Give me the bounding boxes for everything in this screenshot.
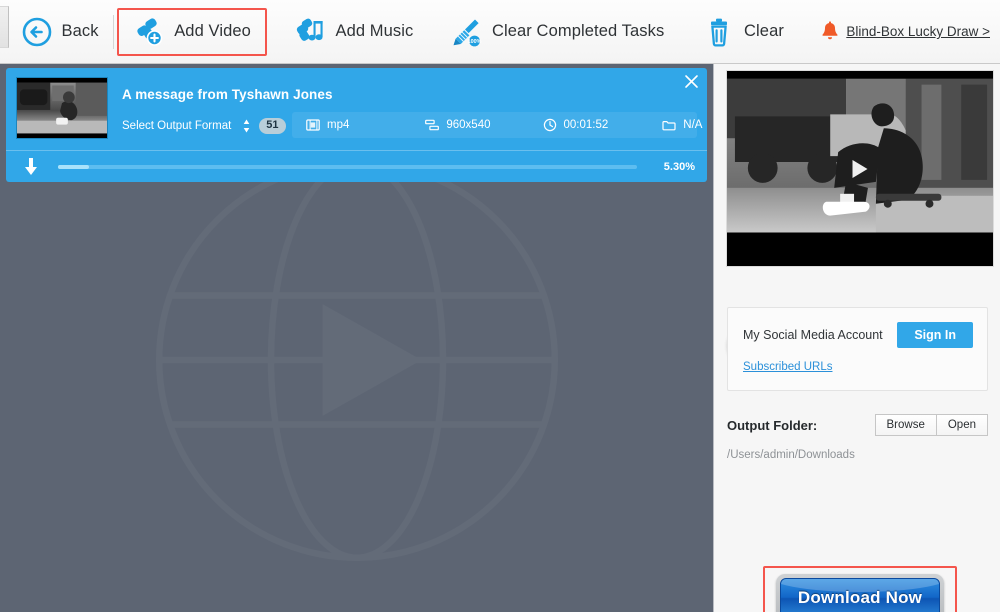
metadata-folder: N/A [662,118,702,132]
toolbar-scroll-nub[interactable] [0,6,9,48]
trash-icon [703,16,735,48]
film-strip-icon [306,118,320,132]
clock-icon [543,118,557,132]
folder-icon [662,118,676,132]
task-item[interactable]: A message from Tyshawn Jones Select Outp… [6,68,707,182]
download-now-highlight: Download Now [763,566,957,612]
progress-bar [58,165,637,169]
toolbar-item-blind-box-lucky-draw-label: Blind-Box Lucky Draw > [846,24,990,39]
task-metadata-strip: mp4 960x540 [292,112,697,138]
toolbar-item-add-music[interactable]: Add Music [284,8,423,56]
output-folder-label: Output Folder: [727,418,817,433]
play-icon[interactable] [853,160,868,178]
metadata-resolution: 960x540 [425,118,490,132]
format-count-badge: 51 [259,118,285,134]
task-title: A message from Tyshawn Jones [122,87,697,102]
task-item-header: A message from Tyshawn Jones Select Outp… [6,68,707,148]
toolbar-item-add-video[interactable]: Add Video [117,8,267,56]
svg-text:100%: 100% [468,39,482,45]
output-folder-buttons: Browse Open [875,414,989,436]
metadata-format-value: mp4 [327,119,349,131]
task-thumbnail [16,77,108,139]
toolbar-item-blind-box-lucky-draw[interactable]: Blind-Box Lucky Draw > [810,8,1000,56]
background-watermark [142,145,572,575]
metadata-format: mp4 [306,118,349,132]
toolbar-item-back-label: Back [62,22,99,41]
browse-button[interactable]: Browse [875,414,936,436]
toolbar-item-clear-completed-tasks[interactable]: 100% Clear Completed Tasks [441,8,674,56]
toolbar-item-add-music-label: Add Music [335,22,413,41]
subscribed-urls-link[interactable]: Subscribed URLs [743,361,832,373]
right-sidebar: My Social Media Account Sign In Subscrib… [713,64,1000,612]
toolbar-item-clear-completed-tasks-label: Clear Completed Tasks [492,22,664,41]
metadata-duration: 00:01:52 [543,118,609,132]
sign-in-button[interactable]: Sign In [897,322,973,348]
toolbar-item-clear-label: Clear [744,22,784,41]
metadata-duration-value: 00:01:52 [564,119,609,131]
chevron-updown-icon[interactable] [243,119,250,133]
toolbar-divider [113,15,114,49]
output-folder-row: Output Folder: Browse Open [727,414,988,436]
toolbar-item-clear[interactable]: Clear [693,8,794,56]
toolbar-item-add-video-label: Add Video [174,22,251,41]
task-list-area: A message from Tyshawn Jones Select Outp… [0,64,713,612]
social-media-account-panel: My Social Media Account Sign In Subscrib… [727,307,988,391]
back-arrow-circle-icon [21,16,53,48]
account-label: My Social Media Account [743,328,883,342]
progress-bar-fill [58,165,89,169]
download-now-button[interactable]: Download Now [776,574,944,612]
open-button[interactable]: Open [936,414,988,436]
broom-icon: 100% [451,16,483,48]
task-progress-row: 5.30% [6,150,707,182]
add-video-icon [133,16,165,48]
app-window: Back Add Video [0,0,1000,612]
download-now-button-inner: Download Now [780,578,940,612]
progress-percent-label: 5.30% [653,161,695,173]
toolbar: Back Add Video [0,0,1000,64]
toolbar-item-back[interactable]: Back [11,8,109,56]
bell-icon [820,21,840,43]
video-preview[interactable] [726,70,994,267]
metadata-folder-value: N/A [683,119,702,131]
download-arrow-icon [24,158,38,176]
select-output-format-label: Select Output Format [122,120,231,132]
resolution-icon [425,118,439,132]
add-music-icon [294,16,326,48]
output-folder-path: /Users/admin/Downloads [727,449,855,461]
metadata-resolution-value: 960x540 [446,119,490,131]
download-now-label: Download Now [798,588,922,608]
account-row: My Social Media Account Sign In [728,308,987,348]
